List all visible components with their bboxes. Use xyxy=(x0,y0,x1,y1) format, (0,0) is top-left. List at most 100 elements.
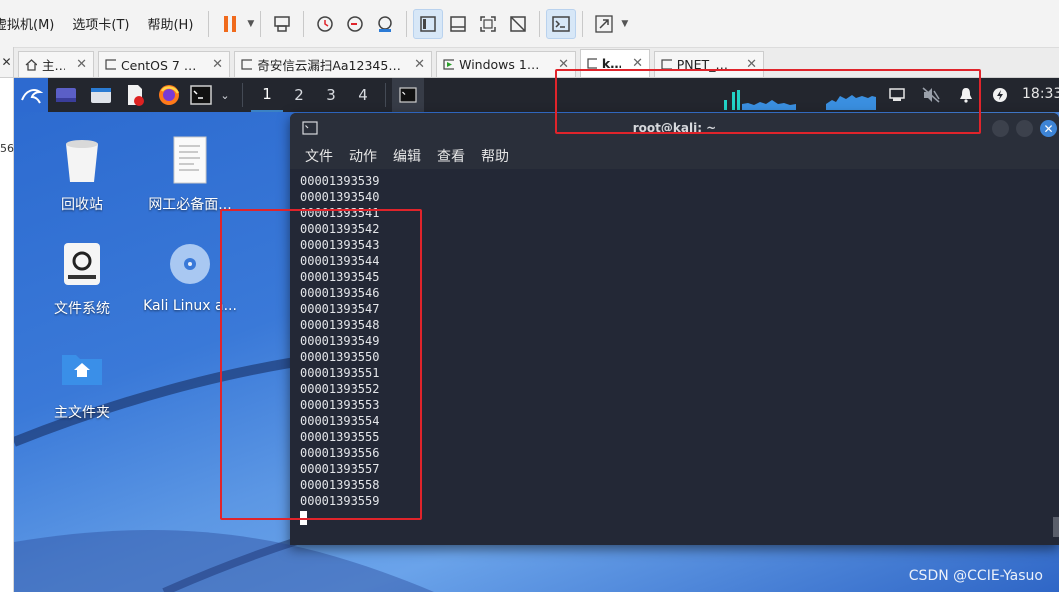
close-icon[interactable]: ✕ xyxy=(206,57,223,72)
tab-label: Windows 10 x64 xyxy=(459,57,547,72)
terminal-titlebar[interactable]: root@kali: ~ ✕ xyxy=(290,113,1059,143)
workspace-2[interactable]: 2 xyxy=(283,78,315,112)
desktop-icon-trash[interactable]: 回收站 xyxy=(36,134,128,214)
tab-label: 主页 xyxy=(42,58,66,73)
kali-dragon-icon xyxy=(21,89,43,104)
icon-label: Kali Linux a... xyxy=(143,298,237,314)
show-library-button[interactable] xyxy=(413,8,444,39)
clock[interactable]: 18:33 xyxy=(1022,86,1059,102)
network-wired-icon xyxy=(889,88,905,101)
text-editor-button[interactable] xyxy=(118,78,152,112)
network-graph[interactable] xyxy=(826,90,876,110)
workspace-3[interactable]: 3 xyxy=(315,78,347,112)
terminal-line: 00001393554 xyxy=(300,414,380,428)
divider xyxy=(242,83,243,107)
menu-file[interactable]: 文件 xyxy=(298,146,340,166)
volume-button[interactable] xyxy=(920,78,942,112)
menu-edit[interactable]: 编辑 xyxy=(386,146,428,166)
chevron-down-icon[interactable]: ⌄ xyxy=(216,78,234,112)
icon-label: 文件系统 xyxy=(54,301,110,317)
tab-qianxin[interactable]: 奇安信云漏扫Aa123456 密... ✕ xyxy=(234,51,432,77)
workspace-1[interactable]: 1 xyxy=(251,78,283,112)
terminal-line: 00001393550 xyxy=(300,350,380,364)
network-status-button[interactable] xyxy=(886,78,908,112)
revert-icon xyxy=(347,15,364,32)
desktop-icon-kali-disc[interactable]: Kali Linux a... xyxy=(143,238,237,314)
fullscreen-icon xyxy=(480,15,497,32)
terminal-line: 00001393541 xyxy=(300,206,380,220)
tab-windows10[interactable]: Windows 10 x64 ✕ xyxy=(436,51,576,77)
snapshot-button[interactable] xyxy=(310,9,340,39)
text-cursor xyxy=(300,511,307,525)
tab-centos[interactable]: CentOS 7 64 位 ✕ xyxy=(98,51,230,77)
vm-running-icon xyxy=(443,59,455,70)
taskbar-terminal-window[interactable] xyxy=(392,78,424,112)
terminal-icon xyxy=(190,85,212,105)
tab-kali[interactable]: kali ✕ xyxy=(580,49,650,77)
divider xyxy=(303,10,305,37)
snapshot-manager-button[interactable] xyxy=(370,9,400,39)
cpu-graph[interactable] xyxy=(722,88,796,110)
sidebar-close-button[interactable]: ✕ xyxy=(0,47,14,77)
close-icon[interactable]: ✕ xyxy=(408,57,425,72)
terminal-output[interactable]: 00001393539 00001393540 00001393541 0000… xyxy=(290,169,1059,545)
menu-vm[interactable]: 虚拟机(M) xyxy=(0,0,63,48)
console-button[interactable] xyxy=(546,8,577,39)
icon-label: 回收站 xyxy=(61,197,103,213)
terminal-window[interactable]: root@kali: ~ ✕ 文件 动作 编辑 查看 帮助 0000139353… xyxy=(290,113,1059,545)
chevron-down-icon[interactable]: ▼ xyxy=(621,19,628,29)
keyboard-send-icon xyxy=(274,15,291,32)
terminal-line: 00001393544 xyxy=(300,254,380,268)
desktop-icon-document[interactable]: 网工必备面... xyxy=(144,134,236,214)
snapshot-icon xyxy=(317,15,334,32)
terminal-line: 00001393547 xyxy=(300,302,380,316)
terminal-launcher-button[interactable] xyxy=(186,78,216,112)
kali-top-panel: ⌄ 1 2 3 4 18:33 xyxy=(14,78,1059,112)
divider xyxy=(208,10,210,37)
maximize-button[interactable] xyxy=(1016,120,1033,137)
close-icon[interactable]: ✕ xyxy=(70,57,87,72)
send-ctrl-alt-del-button[interactable] xyxy=(267,9,297,39)
stretch-button[interactable] xyxy=(589,9,619,39)
firefox-button[interactable] xyxy=(152,78,186,112)
workspace-4[interactable]: 4 xyxy=(347,78,379,112)
desktop-icon-home[interactable]: 主文件夹 xyxy=(36,342,128,422)
home-icon xyxy=(25,59,37,71)
scrollbar[interactable] xyxy=(1053,517,1059,537)
close-icon[interactable]: ✕ xyxy=(626,56,643,71)
console-view-button[interactable] xyxy=(443,9,473,39)
notifications-button[interactable] xyxy=(956,78,976,112)
close-icon[interactable]: ✕ xyxy=(740,57,757,72)
terminal-line: 00001393546 xyxy=(300,286,380,300)
tab-label: 奇安信云漏扫Aa123456 密... xyxy=(257,58,403,73)
chevron-down-icon[interactable]: ▼ xyxy=(247,19,254,29)
desktop-icon-filesystem[interactable]: 文件系统 xyxy=(36,238,128,318)
file-manager-button[interactable] xyxy=(84,78,118,112)
revert-snapshot-button[interactable] xyxy=(340,9,370,39)
menu-tabs[interactable]: 选项卡(T) xyxy=(63,0,138,48)
tab-pnet[interactable]: PNET_4.2.3 ✕ xyxy=(654,51,764,77)
tab-home[interactable]: 主页 ✕ xyxy=(18,51,94,77)
menu-help[interactable]: 帮助 xyxy=(474,146,516,166)
snapshot-manager-icon xyxy=(378,15,393,32)
menu-help[interactable]: 帮助(H) xyxy=(138,0,202,48)
close-icon[interactable]: ✕ xyxy=(552,57,569,72)
fullscreen-button[interactable] xyxy=(473,9,503,39)
minimize-button[interactable] xyxy=(992,120,1009,137)
vm-icon xyxy=(105,59,116,70)
divider xyxy=(582,10,584,37)
tab-label: PNET_4.2.3 xyxy=(676,57,736,72)
terminal-line: 00001393549 xyxy=(300,334,380,348)
unity-button[interactable] xyxy=(503,9,533,39)
menu-view[interactable]: 查看 xyxy=(430,146,472,166)
vm-library-strip: 56 xyxy=(0,78,14,592)
power-manager-button[interactable] xyxy=(990,78,1010,112)
close-button[interactable]: ✕ xyxy=(1040,120,1057,137)
pause-button[interactable] xyxy=(215,9,245,39)
divider xyxy=(406,10,408,37)
stretch-icon xyxy=(595,14,613,33)
kali-menu-button[interactable] xyxy=(14,78,48,112)
pause-icon xyxy=(224,15,237,32)
show-desktop-button[interactable] xyxy=(48,78,84,112)
menu-actions[interactable]: 动作 xyxy=(342,146,384,166)
